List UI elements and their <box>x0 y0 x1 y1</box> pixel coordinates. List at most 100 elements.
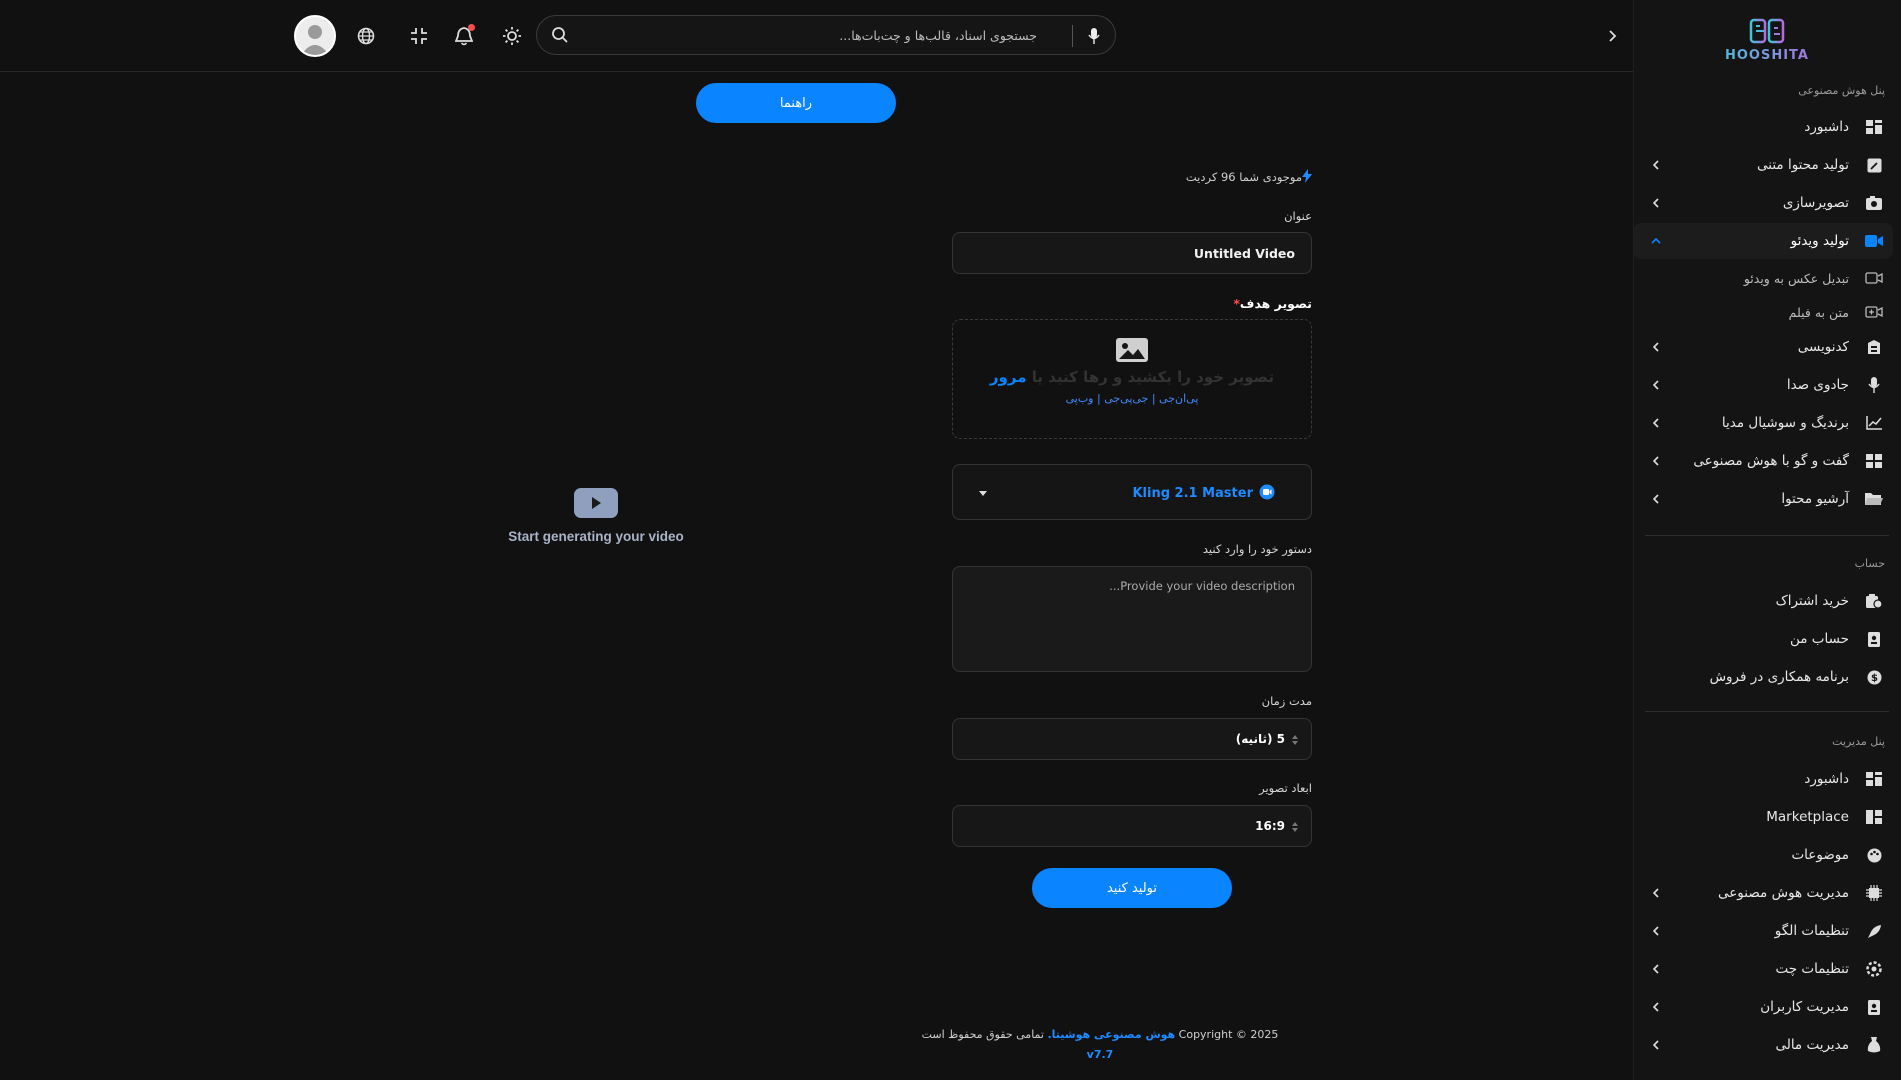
sidebar-divider <box>1645 711 1889 712</box>
sidebar-subitem-text-to-film[interactable]: متن به فیلم <box>1634 297 1893 327</box>
chevron-left-icon <box>1647 376 1665 394</box>
camera-icon <box>1863 192 1885 214</box>
sidebar-item-coding[interactable]: کدنویسی <box>1634 329 1893 365</box>
notification-dot <box>468 24 475 31</box>
dropdown-caret-icon <box>979 491 987 496</box>
sidebar-item-video-generation[interactable]: تولید ویدئو <box>1634 223 1893 259</box>
rights-text: تمامی حقوق محفوظ است <box>921 1028 1044 1041</box>
model-name-text: Kling 2.1 Master <box>1132 486 1253 501</box>
sidebar-item-label: گفت و گو با هوش مصنوعی <box>1693 453 1849 469</box>
guide-button[interactable]: راهنما <box>696 83 896 123</box>
mic-icon <box>1863 374 1885 396</box>
sidebar-item-my-account[interactable]: حساب من <box>1634 621 1893 657</box>
sidebar-subitem-image-to-video[interactable]: تبدیل عکس به ویدئو <box>1634 263 1893 293</box>
sidebar-item-voice-magic[interactable]: جادوی صدا <box>1634 367 1893 403</box>
theme-toggle-button[interactable] <box>500 24 524 48</box>
svg-text:$: $ <box>1871 673 1878 684</box>
footer-brand-link[interactable]: هوش مصنوعی هوشیتا. <box>1047 1028 1175 1041</box>
sidebar-item-marketplace[interactable]: Marketplace <box>1634 799 1893 835</box>
prompt-textarea[interactable] <box>952 566 1312 672</box>
chevron-right-icon <box>1609 30 1617 42</box>
duration-select[interactable]: 5 (ثانیه) <box>952 718 1312 760</box>
section-heading-admin: پنل مدیریت <box>1832 735 1885 748</box>
title-input[interactable] <box>952 232 1312 274</box>
ratio-select[interactable]: 16:9 <box>952 805 1312 847</box>
avatar-icon <box>301 25 329 55</box>
fullscreen-button[interactable] <box>407 24 431 48</box>
id-card-icon <box>1863 628 1885 650</box>
ratio-label: ابعاد تصویر <box>1259 781 1312 795</box>
app-logo[interactable]: HOOSHITA <box>1707 16 1827 70</box>
sidebar-item-affiliate[interactable]: $ برنامه همکاری در فروش <box>1634 659 1893 695</box>
browse-link[interactable]: مرور <box>990 368 1027 386</box>
play-icon <box>574 488 618 518</box>
sidebar-item-label: مدیریت کاربران <box>1760 999 1849 1015</box>
edit-icon <box>1863 154 1885 176</box>
chevron-up-icon <box>1647 232 1665 250</box>
chevron-left-icon <box>1647 414 1665 432</box>
chart-icon <box>1863 412 1885 434</box>
sidebar: HOOSHITA پنل هوش مصنوعی داشبورد تولید مح… <box>1633 0 1901 1080</box>
chevron-left-icon <box>1647 490 1665 508</box>
dropzone-instruction: تصویر خود را بکشید و رها کنید یا <box>1031 368 1275 386</box>
sidebar-item-label: جادوی صدا <box>1786 377 1849 393</box>
sidebar-collapse-button[interactable] <box>1600 24 1624 48</box>
search-input[interactable] <box>581 24 1037 46</box>
bolt-icon <box>1302 169 1312 183</box>
video-icon <box>1863 230 1885 252</box>
sidebar-item-text-content[interactable]: تولید محتوا متنی <box>1634 147 1893 183</box>
voice-search-icon[interactable] <box>1083 25 1105 47</box>
sidebar-item-label: خرید اشتراک <box>1775 593 1849 609</box>
sidebar-item-dashboard[interactable]: داشبورد <box>1634 109 1893 145</box>
top-bar <box>0 0 1633 72</box>
subscription-icon <box>1863 590 1885 612</box>
notifications-button[interactable] <box>452 24 476 48</box>
fullscreen-icon <box>411 28 427 44</box>
sidebar-item-finance[interactable]: مدیریت مالی <box>1634 1027 1893 1063</box>
duration-value: 5 (ثانیه) <box>1235 732 1285 746</box>
model-name: Kling 2.1 Master <box>1132 484 1275 501</box>
model-video-icon <box>1259 484 1275 500</box>
sidebar-item-ai-management[interactable]: مدیریت هوش مصنوعی <box>1634 875 1893 911</box>
sidebar-item-label: برندیگ و سوشیال مدیا <box>1721 415 1849 431</box>
sidebar-item-ai-chat[interactable]: گفت و گو با هوش مصنوعی <box>1634 443 1893 479</box>
generate-button[interactable]: تولید کنید <box>1032 868 1232 908</box>
video-preview-placeholder: Start generating your video <box>490 488 702 544</box>
sidebar-item-content-archive[interactable]: آرشیو محتوا <box>1634 481 1893 517</box>
sidebar-item-label: داشبورد <box>1804 119 1849 135</box>
video-outline-icon <box>1863 267 1885 289</box>
chevron-left-icon <box>1647 1036 1665 1054</box>
marketplace-icon <box>1863 806 1885 828</box>
target-image-label: تصویر هدف* <box>952 296 1312 311</box>
sidebar-item-themes[interactable]: موضوعات <box>1634 837 1893 873</box>
sidebar-item-label: تولید ویدئو <box>1790 233 1849 249</box>
credit-text: موجودی شما 96 کردیت <box>1185 170 1302 184</box>
sidebar-item-label: داشبورد <box>1804 771 1849 787</box>
model-select[interactable]: Kling 2.1 Master <box>952 464 1312 520</box>
chip-icon <box>1863 882 1885 904</box>
user-avatar[interactable] <box>294 15 336 57</box>
ratio-value: 16:9 <box>1255 819 1285 833</box>
spinner-arrows-icon <box>1292 735 1298 745</box>
settings-gear-icon <box>1863 958 1885 980</box>
image-icon <box>1116 338 1148 362</box>
search-icon[interactable] <box>551 26 569 48</box>
logo-mark-icon <box>1749 18 1785 44</box>
sidebar-item-chat-settings[interactable]: تنظیمات چت <box>1634 951 1893 987</box>
sidebar-item-label: تصویرسازی <box>1782 195 1849 211</box>
search-bar[interactable] <box>536 15 1116 55</box>
sidebar-item-subscription[interactable]: خرید اشتراک <box>1634 583 1893 619</box>
sidebar-item-template-settings[interactable]: تنظیمات الگو <box>1634 913 1893 949</box>
sidebar-item-label: مدیریت هوش مصنوعی <box>1718 885 1849 901</box>
sidebar-item-label: تولید محتوا متنی <box>1757 157 1849 173</box>
sidebar-item-user-management[interactable]: مدیریت کاربران <box>1634 989 1893 1025</box>
sidebar-item-label: تنظیمات چت <box>1775 961 1850 977</box>
chevron-left-icon <box>1647 884 1665 902</box>
section-heading-ai: پنل هوش مصنوعی <box>1798 84 1885 97</box>
chevron-left-icon <box>1647 452 1665 470</box>
language-button[interactable] <box>354 24 378 48</box>
image-dropzone[interactable]: تصویر خود را بکشید و رها کنید یا مرور پی… <box>952 319 1312 439</box>
sidebar-item-image-generation[interactable]: تصویرسازی <box>1634 185 1893 221</box>
sidebar-item-admin-dashboard[interactable]: داشبورد <box>1634 761 1893 797</box>
sidebar-item-branding-social[interactable]: برندیگ و سوشیال مدیا <box>1634 405 1893 441</box>
